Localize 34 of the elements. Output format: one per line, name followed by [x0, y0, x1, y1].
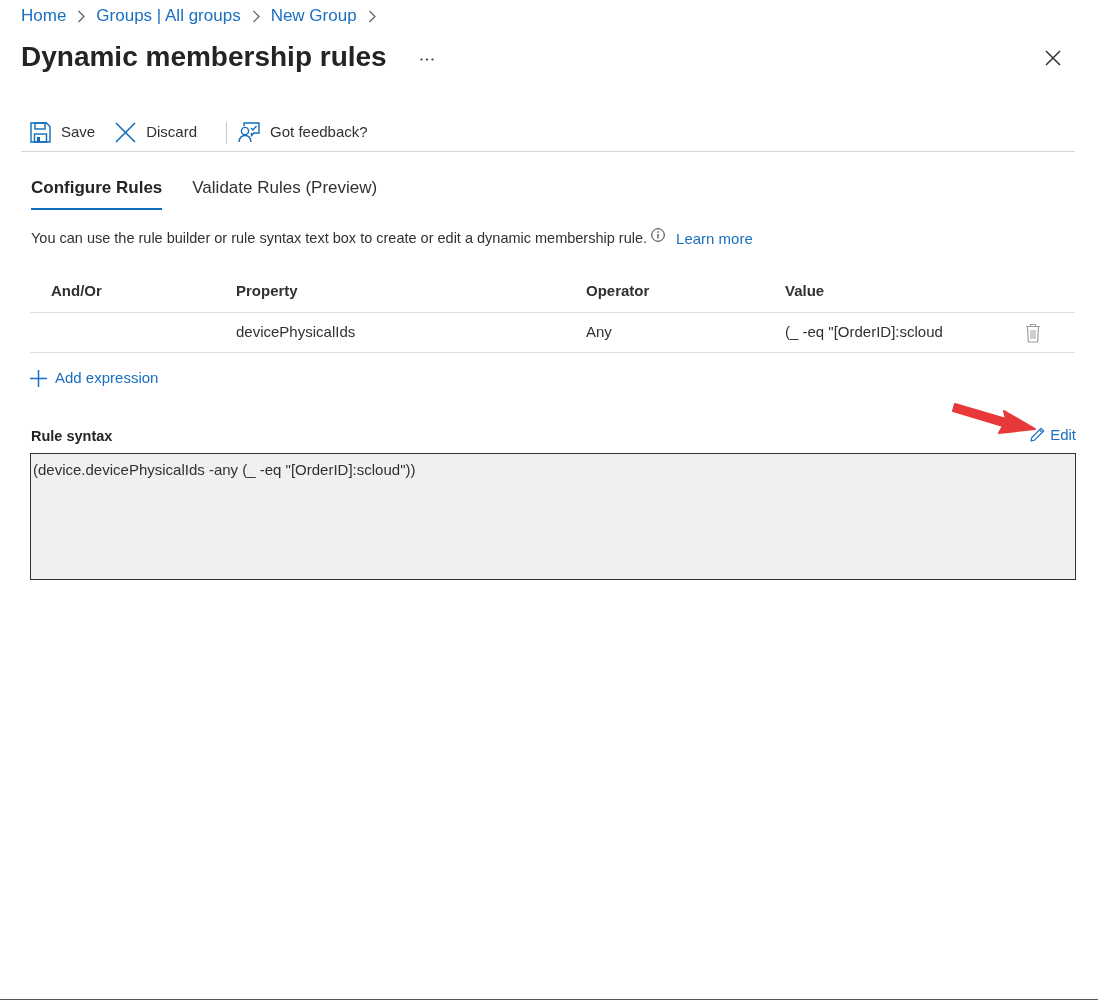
rule-syntax-label: Rule syntax	[31, 427, 113, 447]
info-icon[interactable]	[651, 228, 666, 242]
page-title: Dynamic membership rules	[21, 40, 387, 74]
description-text: You can use the rule builder or rule syntax text box to create or edit a dynamic membership rule.	[31, 229, 648, 249]
breadcrumb-link[interactable]: Home	[21, 4, 67, 28]
feedback-icon	[238, 122, 261, 143]
chevron-right-icon	[251, 9, 260, 23]
edit-button[interactable]: Edit	[1030, 423, 1076, 446]
rule-syntax-field[interactable]: (device.devicePhysicalIds -any (_ -eq "[OrderID]:scloud"))	[30, 453, 1076, 580]
close-icon[interactable]	[1045, 50, 1061, 66]
column-header: And/Or	[50, 281, 102, 302]
table-cell-text: devicePhysicalIds	[236, 322, 356, 343]
pencil-icon	[1030, 427, 1046, 443]
chevron-right-icon	[77, 9, 86, 23]
tab[interactable]: Validate Rules (Preview)	[192, 169, 378, 210]
feedback-button[interactable]: Got feedback?	[237, 116, 369, 149]
add-expression-button[interactable]: Add expression	[30, 366, 159, 390]
breadcrumb-link[interactable]: New Group	[270, 4, 357, 28]
table-cell-text: (_ -eq "[OrderID]:scloud	[785, 322, 943, 343]
more-icon[interactable]	[419, 57, 434, 61]
column-header: Value	[784, 281, 825, 302]
breadcrumb-link[interactable]: Groups | All groups	[96, 4, 241, 28]
chevron-right-icon	[367, 9, 376, 23]
column-header: Operator	[585, 281, 650, 302]
learn-more-link[interactable]: Learn more	[676, 227, 753, 251]
column-header: Property	[235, 281, 298, 302]
discard-button[interactable]: Discard	[114, 116, 199, 149]
plus-icon	[30, 369, 47, 387]
tab[interactable]: Configure Rules	[31, 169, 163, 210]
table-cell-text: Any	[586, 322, 612, 343]
save-icon	[30, 122, 51, 143]
close-icon	[115, 122, 137, 143]
save-button[interactable]: Save	[29, 116, 97, 149]
trash-icon[interactable]	[1025, 322, 1041, 343]
